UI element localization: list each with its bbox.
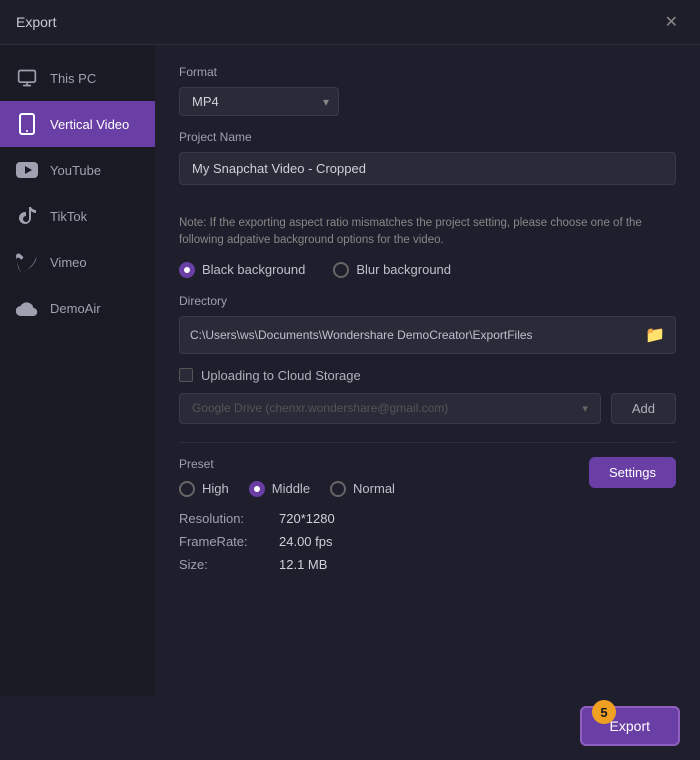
format-select[interactable]: MP4 AVI MOV GIF MP3 <box>179 87 339 116</box>
preset-middle-label: Middle <box>272 481 310 496</box>
cloud-storage-row: Uploading to Cloud Storage <box>179 368 676 383</box>
blur-background-radio[interactable] <box>333 262 349 278</box>
cloud-storage-checkbox[interactable] <box>179 368 193 382</box>
main-panel: Format MP4 AVI MOV GIF MP3 ▾ Project Nam… <box>155 45 700 696</box>
sidebar-label-this-pc: This PC <box>50 71 96 86</box>
framerate-value: 24.00 fps <box>279 534 333 549</box>
cloud-icon <box>16 297 38 319</box>
project-name-label: Project Name <box>179 130 676 144</box>
resolution-value: 720*1280 <box>279 511 335 526</box>
preset-normal-label: Normal <box>353 481 395 496</box>
preset-normal-option[interactable]: Normal <box>330 481 395 497</box>
cloud-drive-row: Google Drive (chenxr.wondershare@gmail.c… <box>179 393 676 424</box>
format-label: Format <box>179 65 676 79</box>
format-select-wrapper: MP4 AVI MOV GIF MP3 ▾ <box>179 87 339 116</box>
project-name-input[interactable] <box>179 152 676 185</box>
size-key: Size: <box>179 557 279 572</box>
youtube-icon <box>16 159 38 181</box>
title-bar: Export ✕ <box>0 0 700 45</box>
project-name-section: Project Name <box>179 130 676 201</box>
preset-section: Preset High Middle Normal <box>179 457 676 497</box>
phone-icon <box>16 113 38 135</box>
black-background-option[interactable]: Black background <box>179 262 305 278</box>
bottom-bar: 5 Export <box>0 696 700 760</box>
cloud-drive-placeholder: Google Drive (chenxr.wondershare@gmail.c… <box>192 401 448 415</box>
sidebar-label-tiktok: TikTok <box>50 209 87 224</box>
sidebar-item-this-pc[interactable]: This PC <box>0 55 155 101</box>
preset-high-radio[interactable] <box>179 481 195 497</box>
framerate-key: FrameRate: <box>179 534 279 549</box>
preset-high-option[interactable]: High <box>179 481 229 497</box>
size-row: Size: 12.1 MB <box>179 557 676 572</box>
preset-radio-group: High Middle Normal <box>179 481 589 497</box>
sidebar-item-youtube[interactable]: YouTube <box>0 147 155 193</box>
preset-normal-radio[interactable] <box>330 481 346 497</box>
black-background-label: Black background <box>202 262 305 277</box>
directory-path: C:\Users\ws\Documents\Wondershare DemoCr… <box>190 328 645 342</box>
directory-input-wrapper: C:\Users\ws\Documents\Wondershare DemoCr… <box>179 316 676 354</box>
preset-middle-option[interactable]: Middle <box>249 481 310 497</box>
cloud-storage-label: Uploading to Cloud Storage <box>201 368 361 383</box>
black-background-radio[interactable] <box>179 262 195 278</box>
sidebar-label-vertical-video: Vertical Video <box>50 117 129 132</box>
resolution-row: Resolution: 720*1280 <box>179 511 676 526</box>
chevron-down-icon: ▾ <box>582 402 588 415</box>
sidebar-item-tiktok[interactable]: TikTok <box>0 193 155 239</box>
blur-background-label: Blur background <box>356 262 451 277</box>
preset-label: Preset <box>179 457 589 471</box>
tiktok-icon <box>16 205 38 227</box>
sidebar: This PC Vertical Video YouTube <box>0 45 155 696</box>
format-section: Format MP4 AVI MOV GIF MP3 ▾ <box>179 65 676 116</box>
folder-icon[interactable]: 📁 <box>645 325 665 345</box>
close-button[interactable]: ✕ <box>659 10 684 34</box>
export-window: Export ✕ This PC Vertical Video <box>0 0 700 760</box>
preset-left: Preset High Middle Normal <box>179 457 589 497</box>
content-area: This PC Vertical Video YouTube <box>0 45 700 696</box>
preset-middle-radio[interactable] <box>249 481 265 497</box>
framerate-row: FrameRate: 24.00 fps <box>179 534 676 549</box>
background-radio-group: Black background Blur background <box>179 262 676 278</box>
computer-icon <box>16 67 38 89</box>
window-title: Export <box>16 14 56 30</box>
settings-button[interactable]: Settings <box>589 457 676 488</box>
size-value: 12.1 MB <box>279 557 327 572</box>
info-grid: Resolution: 720*1280 FrameRate: 24.00 fp… <box>179 511 676 572</box>
sidebar-label-youtube: YouTube <box>50 163 101 178</box>
directory-section: Directory C:\Users\ws\Documents\Wondersh… <box>179 294 676 354</box>
blur-background-option[interactable]: Blur background <box>333 262 451 278</box>
sidebar-item-vertical-video[interactable]: Vertical Video <box>0 101 155 147</box>
note-text: Note: If the exporting aspect ratio mism… <box>179 215 676 250</box>
sidebar-label-vimeo: Vimeo <box>50 255 87 270</box>
vimeo-icon <box>16 251 38 273</box>
directory-label: Directory <box>179 294 676 308</box>
sidebar-label-demoair: DemoAir <box>50 301 101 316</box>
resolution-key: Resolution: <box>179 511 279 526</box>
cloud-drive-select[interactable]: Google Drive (chenxr.wondershare@gmail.c… <box>179 393 601 424</box>
step-badge: 5 <box>592 700 616 724</box>
sidebar-item-demoair[interactable]: DemoAir <box>0 285 155 331</box>
preset-high-label: High <box>202 481 229 496</box>
sidebar-item-vimeo[interactable]: Vimeo <box>0 239 155 285</box>
big-divider <box>179 442 676 443</box>
add-button[interactable]: Add <box>611 393 676 424</box>
